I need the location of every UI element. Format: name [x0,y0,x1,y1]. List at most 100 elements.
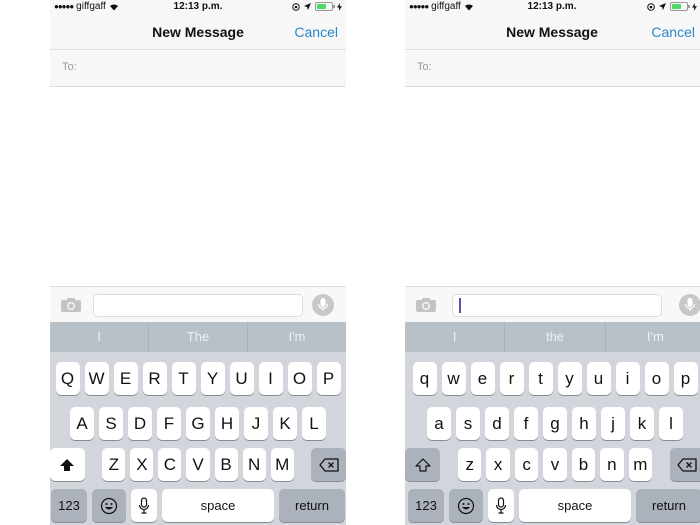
key[interactable]: D [128,407,152,440]
key[interactable]: r [499,362,524,395]
orientation-lock-icon [647,2,655,11]
key[interactable]: L [302,407,326,440]
key[interactable]: n [600,448,624,481]
numbers-key[interactable]: 123 [51,489,87,522]
microphone-icon [317,298,329,311]
predictive-bar: I The I'm [50,322,346,352]
message-input[interactable] [93,294,303,317]
key[interactable]: I [258,362,283,395]
shift-icon [414,457,431,472]
key[interactable]: T [171,362,196,395]
key[interactable]: m [628,448,653,481]
key[interactable]: w [441,362,466,395]
text-cursor [459,298,461,313]
backspace-key[interactable] [311,448,346,481]
return-key[interactable]: return [279,489,345,522]
recipient-field[interactable]: To: [405,50,700,87]
microphone-icon [684,298,696,311]
screen-right: ●●●●● giffgaff 12:13 p.m. New Message Ca… [405,0,700,525]
camera-icon[interactable] [60,297,82,313]
recipient-field[interactable]: To: [50,50,346,87]
key[interactable]: j [601,407,625,440]
shift-key[interactable] [50,448,85,481]
key[interactable]: W [84,362,109,395]
key[interactable]: g [543,407,567,440]
key[interactable]: A [70,407,94,440]
emoji-icon [457,497,475,514]
key[interactable]: M [270,448,294,481]
key[interactable]: Z [102,448,126,481]
key[interactable]: f [514,407,538,440]
key[interactable]: o [644,362,669,395]
key[interactable]: S [99,407,123,440]
key[interactable]: c [514,448,539,481]
key[interactable]: a [427,407,451,440]
battery-icon [670,2,690,11]
key[interactable]: x [486,448,510,481]
backspace-icon [319,457,339,472]
key[interactable]: q [412,362,437,395]
key[interactable]: E [113,362,138,395]
key[interactable]: Q [55,362,80,395]
backspace-key[interactable] [669,448,700,481]
dictation-key[interactable] [488,489,514,522]
status-bar: ●●●●● giffgaff 12:13 p.m. [405,0,700,14]
backspace-icon [677,457,698,472]
key[interactable]: U [229,362,254,395]
key[interactable]: N [242,448,266,481]
space-key[interactable]: space [162,489,274,522]
key[interactable]: h [572,407,596,440]
suggestion[interactable]: I [405,322,506,352]
key[interactable]: l [659,407,683,440]
key[interactable]: z [457,448,482,481]
key[interactable]: O [287,362,312,395]
key[interactable]: B [214,448,238,481]
message-input[interactable] [452,294,662,317]
space-key[interactable]: space [519,489,631,522]
shift-key[interactable] [405,448,441,481]
key[interactable]: Y [200,362,225,395]
key[interactable]: F [157,407,181,440]
cancel-button[interactable]: Cancel [294,24,338,40]
dictation-key[interactable] [131,489,157,522]
status-icons [292,2,342,11]
key[interactable]: i [615,362,640,395]
key[interactable]: G [186,407,210,440]
return-key[interactable]: return [636,489,700,522]
key[interactable]: P [316,362,341,395]
key[interactable]: v [543,448,567,481]
emoji-key[interactable] [449,489,483,522]
cancel-button[interactable]: Cancel [651,24,695,40]
key[interactable]: s [456,407,480,440]
suggestion[interactable]: I [50,322,149,352]
dictation-button[interactable] [312,294,334,316]
key[interactable]: X [130,448,154,481]
key[interactable]: y [557,362,582,395]
key[interactable]: H [215,407,239,440]
suggestion[interactable]: I'm [606,322,700,352]
keyboard: q w e r t y u i o p a s d f g h j k l z … [405,352,700,525]
key[interactable]: J [244,407,268,440]
suggestion[interactable]: the [505,322,606,352]
microphone-icon [138,496,150,514]
key[interactable]: V [186,448,210,481]
key[interactable]: K [273,407,297,440]
nav-bar: New Message Cancel [405,14,700,50]
key[interactable]: t [528,362,553,395]
compose-bar [405,286,700,323]
key[interactable]: p [673,362,698,395]
dictation-button[interactable] [679,294,700,316]
numbers-key[interactable]: 123 [408,489,444,522]
key[interactable]: b [571,448,596,481]
key[interactable]: R [142,362,167,395]
key[interactable]: d [485,407,509,440]
camera-icon[interactable] [415,297,437,313]
suggestion[interactable]: The [149,322,248,352]
key[interactable]: C [158,448,182,481]
key[interactable]: e [470,362,495,395]
suggestion[interactable]: I'm [248,322,346,352]
emoji-key[interactable] [92,489,126,522]
status-icons [647,2,697,11]
key[interactable]: u [586,362,611,395]
key[interactable]: k [630,407,654,440]
